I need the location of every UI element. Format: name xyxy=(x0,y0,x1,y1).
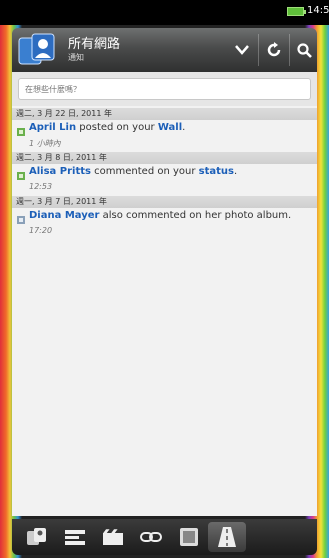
clock: 14:51 xyxy=(307,5,329,16)
actor-link[interactable]: Diana Mayer xyxy=(29,210,99,221)
facebook-icon xyxy=(17,128,25,136)
feed-panel: 週二, 3 月 22 日, 2011 年 April Lin posted on… xyxy=(12,72,317,516)
divider xyxy=(258,34,259,66)
tab-notifications[interactable] xyxy=(208,522,246,552)
app-header: 所有網路 通知 xyxy=(12,28,317,72)
refresh-button[interactable] xyxy=(261,34,287,66)
tab-videos[interactable] xyxy=(94,522,132,552)
tab-photos[interactable] xyxy=(170,522,208,552)
date-header: 週一, 3 月 7 日, 2011 年 xyxy=(12,196,317,208)
road-icon xyxy=(218,527,236,547)
timestamp: 1 小時內 xyxy=(29,139,61,148)
feed-item[interactable]: Alisa Pritts commented on your status. 1… xyxy=(12,166,317,194)
list-icon xyxy=(65,530,85,545)
timestamp: 17:20 xyxy=(29,226,53,235)
feed-item[interactable]: April Lin posted on your Wall. 1 小時內 xyxy=(12,122,317,150)
divider xyxy=(289,34,290,66)
feed-item-text: Diana Mayer also commented on her photo … xyxy=(29,210,292,221)
target-link[interactable]: status xyxy=(199,166,234,177)
film-icon xyxy=(102,528,123,545)
bottom-tab-bar xyxy=(12,519,317,555)
photo-album-icon xyxy=(17,216,25,224)
tab-links[interactable] xyxy=(132,522,170,552)
people-icon xyxy=(27,528,46,545)
date-header: 週二, 3 月 22 日, 2011 年 xyxy=(12,108,317,120)
chevron-down-icon xyxy=(235,45,249,55)
filter-dropdown-button[interactable] xyxy=(229,34,255,66)
facebook-icon xyxy=(17,172,25,180)
people-app-icon[interactable] xyxy=(18,32,56,68)
tab-people[interactable] xyxy=(18,522,56,552)
link-icon xyxy=(140,532,162,542)
feed-item[interactable]: Diana Mayer also commented on her photo … xyxy=(12,210,317,238)
search-icon xyxy=(296,42,312,58)
feed-item-text: Alisa Pritts commented on your status. xyxy=(29,166,238,177)
status-input[interactable] xyxy=(18,78,311,100)
target-link[interactable]: Wall xyxy=(158,122,182,133)
feed-item-text: April Lin posted on your Wall. xyxy=(29,122,186,133)
photo-icon xyxy=(180,528,198,546)
refresh-icon xyxy=(267,42,281,57)
status-input-bar xyxy=(12,72,317,106)
battery-icon xyxy=(287,7,306,16)
tab-updates[interactable] xyxy=(56,522,94,552)
search-button[interactable] xyxy=(291,34,317,66)
page-title: 所有網路 xyxy=(68,37,121,52)
page-subtitle: 通知 xyxy=(68,53,84,62)
actor-link[interactable]: April Lin xyxy=(29,122,76,133)
status-bar: 14:51 xyxy=(0,0,329,25)
actor-link[interactable]: Alisa Pritts xyxy=(29,166,91,177)
timestamp: 12:53 xyxy=(29,182,53,191)
date-header: 週二, 3 月 8 日, 2011 年 xyxy=(12,152,317,164)
